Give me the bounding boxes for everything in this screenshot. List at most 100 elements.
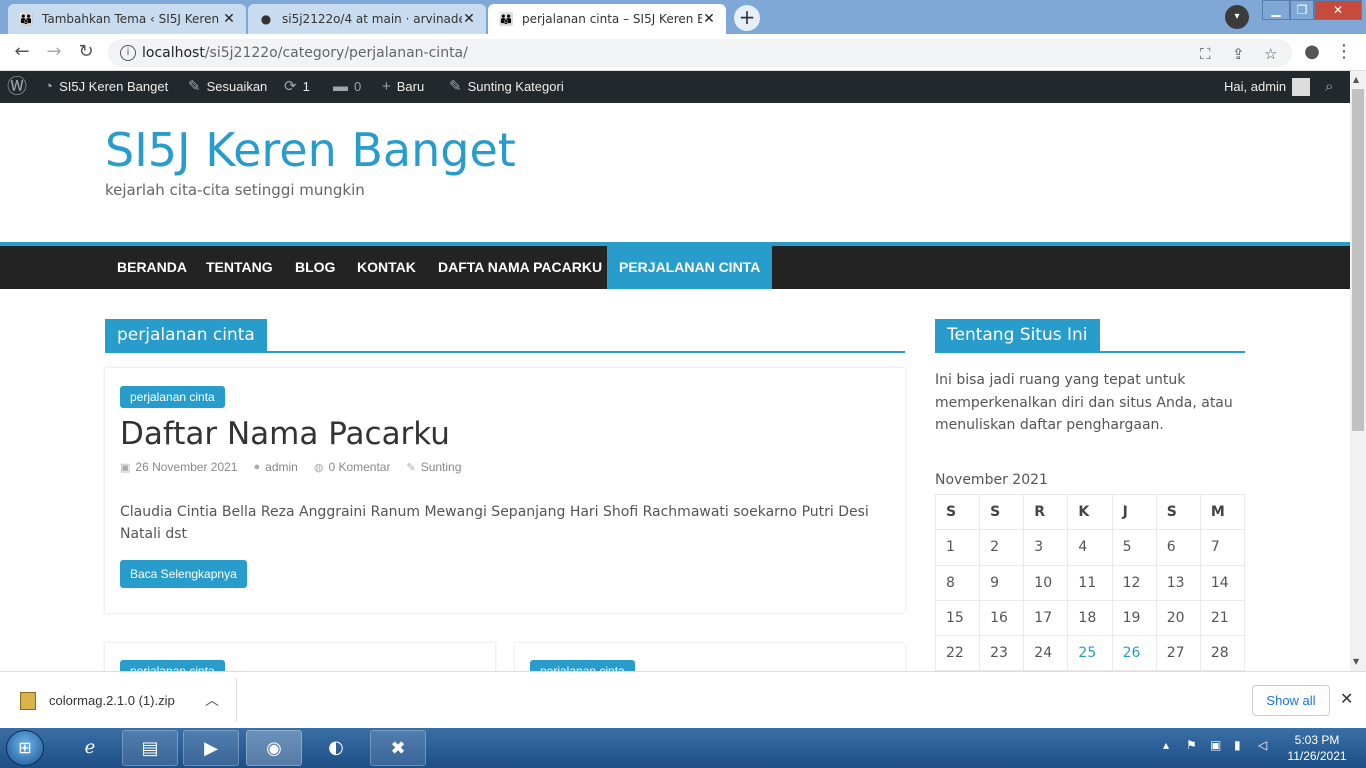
calendar-day: 8 — [934, 564, 981, 601]
calendar-day: 7 — [1199, 529, 1246, 566]
nav-item-tentang[interactable]: TENTANG — [194, 246, 285, 289]
menu-kebab-icon[interactable]: ⋮ — [1334, 42, 1354, 62]
new-tab-button[interactable]: + — [734, 5, 760, 31]
calendar-day-link[interactable]: 26 — [1111, 635, 1157, 671]
close-window-icon[interactable]: ✕ — [1314, 0, 1362, 20]
clock-date: 11/26/2021 — [1287, 749, 1347, 763]
scrollbar-thumb[interactable] — [1352, 89, 1364, 431]
admin-site-name[interactable]: ◔ SI5J Keren Banget — [44, 71, 168, 103]
scroll-down-icon[interactable]: ▼ — [1353, 657, 1359, 666]
chrome-icon[interactable]: ◉ — [246, 730, 302, 766]
calendar-day: 10 — [1023, 564, 1069, 601]
read-more-button[interactable]: Baca Selengkapnya — [120, 560, 247, 588]
url-text[interactable]: localhost/si5j2122o/category/perjalanan-… — [142, 45, 468, 61]
maximize-icon[interactable]: ❐ — [1290, 0, 1314, 20]
wordpress-logo-icon[interactable]: Ⓦ — [7, 71, 27, 103]
wp-admin-bar: Ⓦ ◔ SI5J Keren Banget ✎ Sesuaikan ⟳ 1 ▬ … — [0, 71, 1350, 103]
network-icon[interactable]: ▮ — [1234, 738, 1241, 752]
action-center-flag-icon[interactable]: ⚑ — [1186, 738, 1197, 752]
browser-tab[interactable]: 👪 Tambahkan Tema ‹ SI5J Keren Banget ✕ — [8, 4, 246, 34]
close-icon[interactable]: ✕ — [1340, 689, 1353, 708]
calendar-day: 4 — [1067, 529, 1113, 566]
xampp-icon[interactable]: ✖ — [370, 730, 426, 766]
post-comments[interactable]: ◍ 0 Komentar — [314, 460, 391, 474]
internet-explorer-icon[interactable]: ℯ — [62, 730, 118, 766]
nav-item-beranda[interactable]: BERANDA — [105, 246, 199, 289]
translate-icon[interactable]: ⛶ — [1200, 45, 1211, 63]
about-widget-heading-label: Tentang Situs Ini — [935, 319, 1100, 353]
scroll-up-icon[interactable]: ▲ — [1353, 75, 1359, 84]
download-filename[interactable]: colormag.2.1.0 (1).zip — [49, 693, 175, 708]
calendar-day-header: R — [1023, 493, 1069, 531]
start-button[interactable]: ⊞ — [6, 730, 44, 766]
about-widget-heading: Tentang Situs Ini — [935, 319, 1245, 353]
post-excerpt: Claudia Cintia Bella Reza Anggraini Ranu… — [120, 504, 869, 542]
calendar-day: 12 — [1111, 564, 1157, 601]
nav-item-perjalanan-cinta[interactable]: PERJALANAN CINTA — [607, 246, 773, 289]
post-card: perjalanan cinta — [105, 643, 495, 671]
close-tab-icon[interactable]: ✕ — [702, 11, 716, 27]
my-account[interactable]: Hai, admin — [1224, 71, 1311, 103]
firefox-icon[interactable]: ◐ — [308, 730, 364, 766]
page-scrollbar[interactable]: ▲ ▼ — [1350, 71, 1366, 671]
post-author[interactable]: ● admin — [253, 460, 297, 474]
forward-icon[interactable]: → — [44, 42, 64, 62]
about-widget-text: Ini bisa jadi ruang yang tepat untuk mem… — [935, 372, 1233, 433]
edit-category-link[interactable]: ✎ Sunting Kategori — [449, 71, 564, 103]
calendar-day: 21 — [1199, 599, 1246, 637]
category-badge[interactable]: perjalanan cinta — [120, 386, 225, 408]
customize-label: Sesuaikan — [206, 79, 268, 94]
post-edit[interactable]: ✎ Sunting — [406, 460, 461, 474]
category-badge[interactable]: perjalanan cinta — [530, 660, 635, 671]
volume-icon[interactable]: ◁ — [1258, 738, 1267, 752]
nav-item-dafta-nama-pacarku[interactable]: DAFTA NAMA PACARKU — [426, 246, 614, 289]
url-path: /si5j2122o/category/perjalanan-cinta/ — [204, 45, 468, 61]
system-clock[interactable]: 5:03 PM 11/26/2021 — [1282, 732, 1352, 764]
media-player-icon[interactable]: ▶ — [183, 730, 239, 766]
address-bar[interactable]: i localhost/si5j2122o/category/perjalana… — [108, 39, 1292, 67]
calendar-day-link[interactable]: 25 — [1067, 635, 1113, 671]
calendar-day-header: S — [934, 493, 981, 531]
wordpress-favicon-icon: 👪 — [18, 12, 34, 26]
edit-icon: ✎ — [406, 461, 416, 474]
github-favicon-icon: ● — [260, 12, 272, 26]
post-date[interactable]: ▣ 26 November 2021 — [120, 460, 237, 474]
customize-link[interactable]: ✎ Sesuaikan — [188, 71, 267, 103]
admin-search-icon[interactable]: ⌕ — [1325, 71, 1333, 103]
nav-item-kontak[interactable]: KONTAK — [345, 246, 428, 289]
share-icon[interactable]: ⇪ — [1232, 45, 1245, 63]
tab-search-icon[interactable]: ▾ — [1225, 5, 1249, 29]
user-icon: ● — [253, 461, 261, 473]
calendar-icon: ▣ — [120, 461, 131, 474]
main-navigation: BERANDA TENTANG BLOG KONTAK DAFTA NAMA P… — [0, 246, 1350, 289]
tray-app-icon[interactable]: ▣ — [1210, 738, 1221, 752]
browser-tab-active[interactable]: 👪 perjalanan cinta – SI5J Keren Banget ✕ — [488, 4, 726, 34]
calendar-day-header: J — [1111, 493, 1157, 531]
page-content: SI5J Keren Banget kejarlah cita-cita set… — [0, 103, 1350, 671]
chevron-up-icon[interactable]: ︿ — [205, 690, 219, 710]
archive-heading-label: perjalanan cinta — [105, 319, 267, 353]
nav-item-blog[interactable]: BLOG — [283, 246, 347, 289]
post-title[interactable]: Daftar Nama Pacarku — [120, 416, 450, 452]
browser-tab[interactable]: ● si5j2122o/4 at main · arvinadestiya ✕ — [248, 4, 486, 34]
reload-icon[interactable]: ↻ — [76, 42, 96, 62]
brush-icon: ✎ — [188, 78, 201, 95]
file-explorer-icon[interactable]: ▤ — [122, 730, 178, 766]
site-info-icon[interactable]: i — [120, 45, 136, 61]
site-title[interactable]: SI5J Keren Banget — [105, 123, 516, 177]
close-tab-icon[interactable]: ✕ — [222, 11, 236, 27]
close-tab-icon[interactable]: ✕ — [462, 11, 476, 27]
back-icon[interactable]: ← — [12, 42, 32, 62]
profile-icon[interactable]: ● — [1302, 42, 1322, 62]
calendar-day-header: S — [1155, 493, 1201, 531]
dashboard-icon: ◔ — [44, 78, 54, 95]
minimize-icon[interactable]: ▁ — [1262, 0, 1290, 20]
category-badge[interactable]: perjalanan cinta — [120, 660, 225, 671]
new-content-link[interactable]: + Baru — [382, 71, 424, 103]
updates-link[interactable]: ⟳ 1 — [284, 71, 310, 103]
bookmark-star-icon[interactable]: ☆ — [1264, 45, 1277, 63]
tray-expand-icon[interactable]: ▴ — [1163, 738, 1169, 752]
calendar-day: 24 — [1023, 635, 1069, 671]
comments-link[interactable]: ▬ 0 — [333, 71, 361, 103]
show-all-button[interactable]: Show all — [1252, 685, 1330, 716]
